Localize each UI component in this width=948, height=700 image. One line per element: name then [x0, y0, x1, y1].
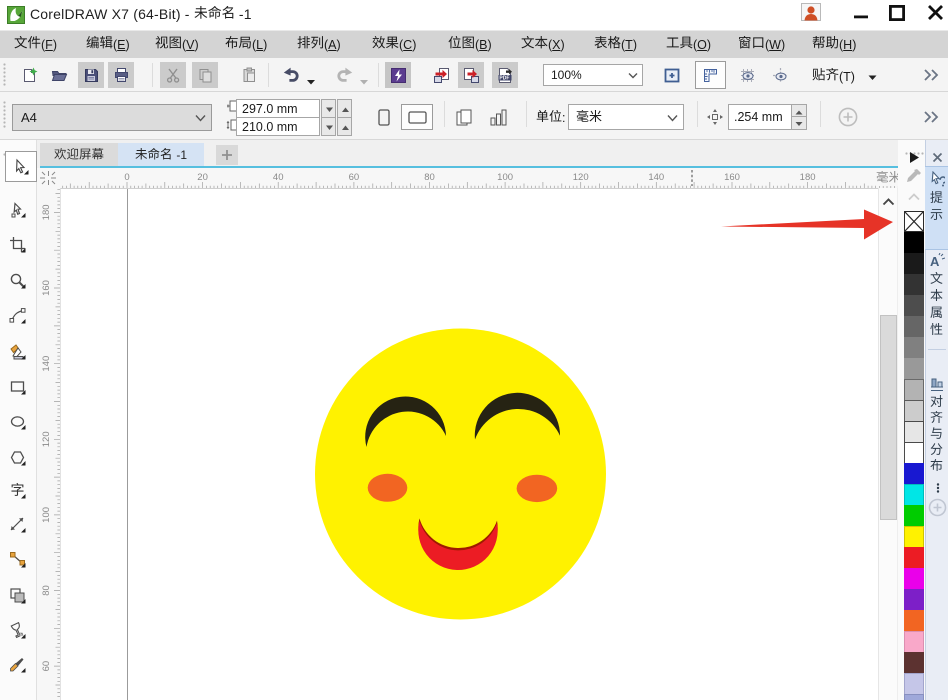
svg-text:140: 140	[41, 356, 52, 372]
svg-text:0: 0	[124, 172, 129, 183]
svg-text:160: 160	[724, 172, 740, 183]
svg-text:80: 80	[41, 585, 52, 596]
svg-text:40: 40	[273, 172, 284, 183]
svg-text:A: A	[930, 254, 940, 269]
svg-text:120: 120	[573, 172, 589, 183]
svg-text:80: 80	[424, 172, 435, 183]
svg-text:180: 180	[41, 204, 52, 220]
svg-text:20: 20	[197, 172, 208, 183]
svg-text:180: 180	[800, 172, 816, 183]
svg-text:PDF: PDF	[499, 75, 509, 81]
svg-text:60: 60	[41, 661, 52, 672]
svg-text:60: 60	[349, 172, 360, 183]
svg-text:100: 100	[497, 172, 513, 183]
svg-text:160: 160	[41, 280, 52, 296]
svg-text:100: 100	[41, 507, 52, 523]
svg-text:120: 120	[41, 431, 52, 447]
svg-text:140: 140	[648, 172, 664, 183]
